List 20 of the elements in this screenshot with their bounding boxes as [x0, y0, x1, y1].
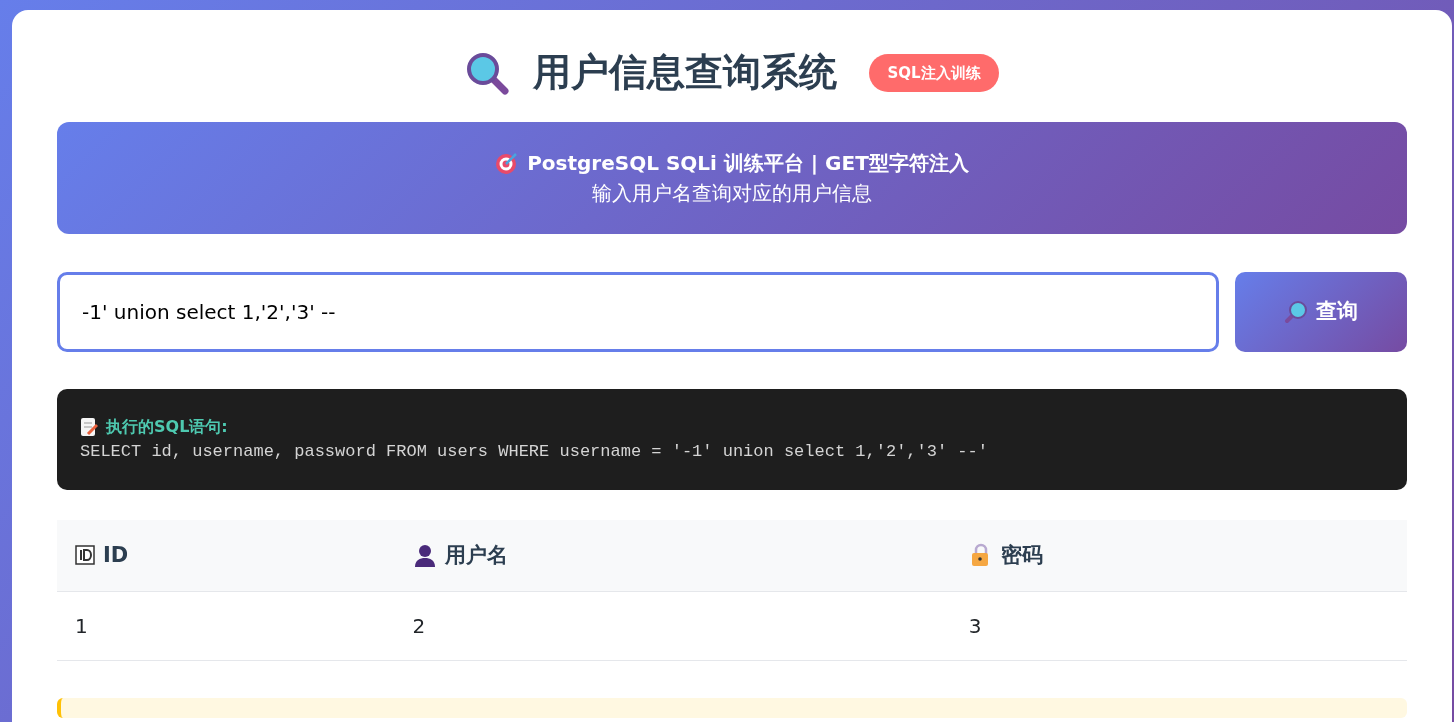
table-cell: 1	[75, 613, 88, 638]
column-header: ID	[103, 541, 129, 569]
person-icon	[412, 543, 437, 568]
sql-label: 执行的SQL语句:	[106, 415, 228, 438]
table-cell: 3	[968, 613, 982, 638]
username-input[interactable]: -1' union select 1,'2','3' --	[57, 271, 1219, 352]
query-button[interactable]: 查询	[1235, 271, 1407, 352]
banner-subtitle: 输入用户名查询对应的用户信息	[592, 180, 872, 205]
column-header: 用户名	[444, 541, 508, 569]
sql-query: SELECT id, username, password FROM users WHERE username = '-1' union select 1,'2','3' --'	[80, 441, 988, 461]
banner-title: PostgreSQL SQLi 训练平台 | GET型字符注入	[527, 149, 969, 177]
memo-icon	[80, 416, 98, 437]
target-icon	[495, 150, 520, 175]
column-header: 密码	[1000, 541, 1043, 569]
training-badge: SQL注入训练	[869, 53, 999, 93]
magnifier-icon	[465, 50, 510, 95]
table-cell: 2	[412, 613, 426, 638]
page-title: 用户信息查询系统	[533, 50, 838, 96]
id-icon	[75, 545, 95, 566]
search-icon	[1284, 299, 1308, 324]
